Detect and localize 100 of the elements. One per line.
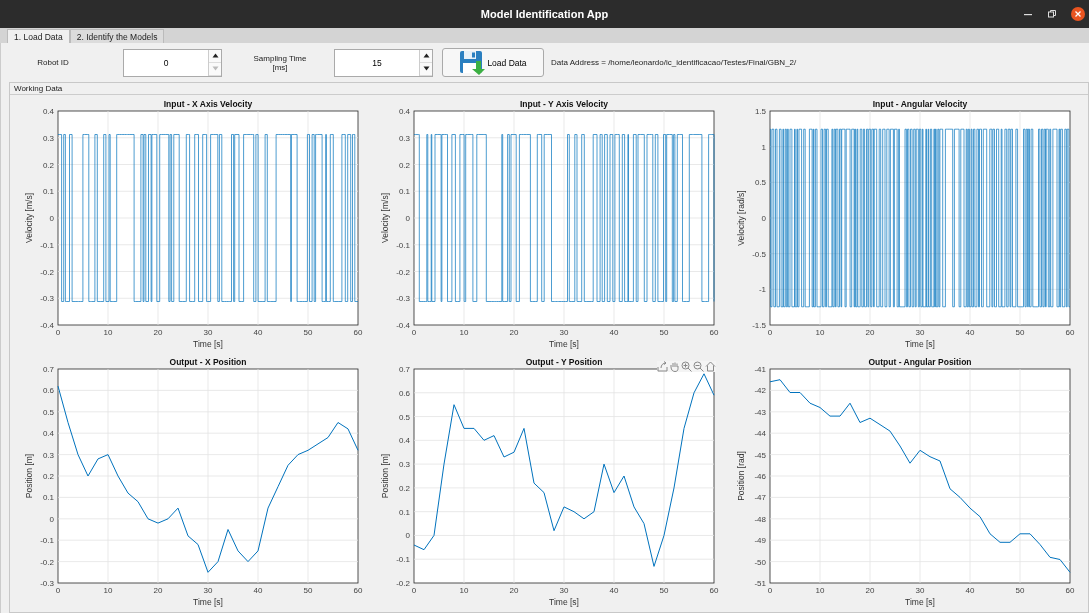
tick-label: 0 [55,586,61,595]
tick-label: 0 [767,586,773,595]
axis-label: Position [m] [380,453,390,499]
axis-label: Velocity [m/s] [24,192,34,244]
tick-label: 0.2 [42,472,54,481]
tick-label: 0.5 [398,412,410,422]
tick-label: -0.4 [396,321,410,330]
number-field[interactable]: 15 [334,48,433,77]
tick-label: 0.4 [398,436,410,446]
tick-label: 50 [1015,586,1025,595]
tick-label: 0.1 [398,507,410,517]
tick-label: 0.4 [42,429,54,439]
chart-title: Input - Y Axis Velocity [519,99,609,109]
axis-label: Velocity [rad/s] [736,190,746,246]
tick-label: 40 [609,586,619,595]
tick-label: 0 [411,586,417,595]
tick-label: 50 [303,328,313,337]
chart-title: Output - X Position [169,357,247,367]
tick-label: 30 [559,328,569,337]
tick-label: 20 [865,586,875,595]
tick-label: 20 [509,328,519,337]
tick-label: -0.1 [40,240,54,250]
tab[interactable]: 2. Identify the Models [69,29,165,43]
home-icon[interactable] [705,361,716,372]
number-field[interactable]: 0 [123,48,222,77]
panel-title: Working Data [10,83,1088,95]
tick-label: 30 [915,586,925,595]
down-arrow-icon [211,66,219,71]
tick-label: 0.4 [398,107,410,116]
tick-label: -0.2 [396,267,410,277]
tick-label: -51 [754,579,766,588]
tick-label: 0.2 [398,160,410,170]
tick-label: 50 [303,586,313,595]
chart-title: Output - Y Position [525,357,603,367]
tick-label: 60 [1065,328,1075,337]
axis-label: Position [m] [24,453,34,499]
tick-label: 0 [405,214,410,223]
tick-label: 20 [153,328,163,337]
axis-label: Time [s] [193,597,223,607]
tick-label: -48 [754,514,766,524]
tick-label: 10 [103,328,113,337]
tick-label: 40 [253,328,263,337]
tick-label: 0.2 [398,483,410,493]
tick-label: 60 [709,586,719,595]
tick-label: -0.1 [396,240,410,250]
tick-label: 0.6 [42,386,54,396]
tick-label: 20 [509,586,519,595]
tick-label: 30 [559,586,569,595]
tick-label: 40 [965,328,975,337]
load-data-button[interactable]: Load Data [442,48,544,77]
down-arrow-icon [422,66,430,71]
tick-label: 60 [353,586,363,595]
tick-label: 40 [253,586,263,595]
tick-label: 0.3 [398,133,410,143]
axis-label: Velocity [m/s] [380,192,390,244]
zoom-out-icon[interactable] [693,361,704,372]
tick-label: 0.4 [42,107,54,116]
tick-label: 60 [709,328,719,337]
tick-label: 1.5 [754,107,766,116]
tick-label: 30 [915,328,925,337]
export-icon[interactable] [657,361,668,372]
close-icon[interactable] [1071,7,1085,21]
tick-label: 0.3 [42,450,54,460]
tick-label: -0.2 [40,267,54,277]
tick-label: 50 [659,586,669,595]
tick-label: 0.5 [42,407,54,417]
chart-title: Input - Angular Velocity [872,99,968,109]
tick-label: 10 [815,586,825,595]
tick-label: -0.4 [40,321,54,330]
window-title: Model Identification App [480,8,609,20]
tick-label: 10 [103,586,113,595]
tick-label: -0.5 [752,249,766,259]
tick-label: 40 [965,586,975,595]
restore-icon[interactable] [1047,9,1057,19]
tick-label: -0.2 [396,579,410,588]
tick-label: -0.1 [40,536,54,546]
tick-label: -1 [758,285,766,295]
chart-title: Input - X Axis Velocity [163,99,253,109]
zoom-in-icon[interactable] [681,361,692,372]
tick-label: -0.2 [40,557,54,567]
tick-label: 0.3 [398,460,410,470]
tick-label: 50 [659,328,669,337]
tick-label: -42 [754,386,766,396]
tick-label: -0.3 [40,294,54,304]
tick-label: -41 [754,365,766,374]
tick-label: -47 [754,493,766,503]
spin-up-button[interactable] [420,49,432,63]
tick-label: -45 [754,450,766,460]
tick-label: 0.5 [754,178,766,188]
tick-label: 30 [203,328,213,337]
tick-label: 0 [761,214,766,223]
tick-label: 0.1 [398,187,410,197]
tick-label: 0.6 [398,388,410,398]
tick-label: 0 [767,328,773,337]
tick-label: 0.2 [42,160,54,170]
tick-label: -0.1 [396,555,410,565]
spin-up-button[interactable] [209,49,221,63]
tick-label: -44 [754,429,766,439]
tick-label: 0.1 [42,187,54,197]
tab[interactable]: 1. Load Data [7,29,70,43]
